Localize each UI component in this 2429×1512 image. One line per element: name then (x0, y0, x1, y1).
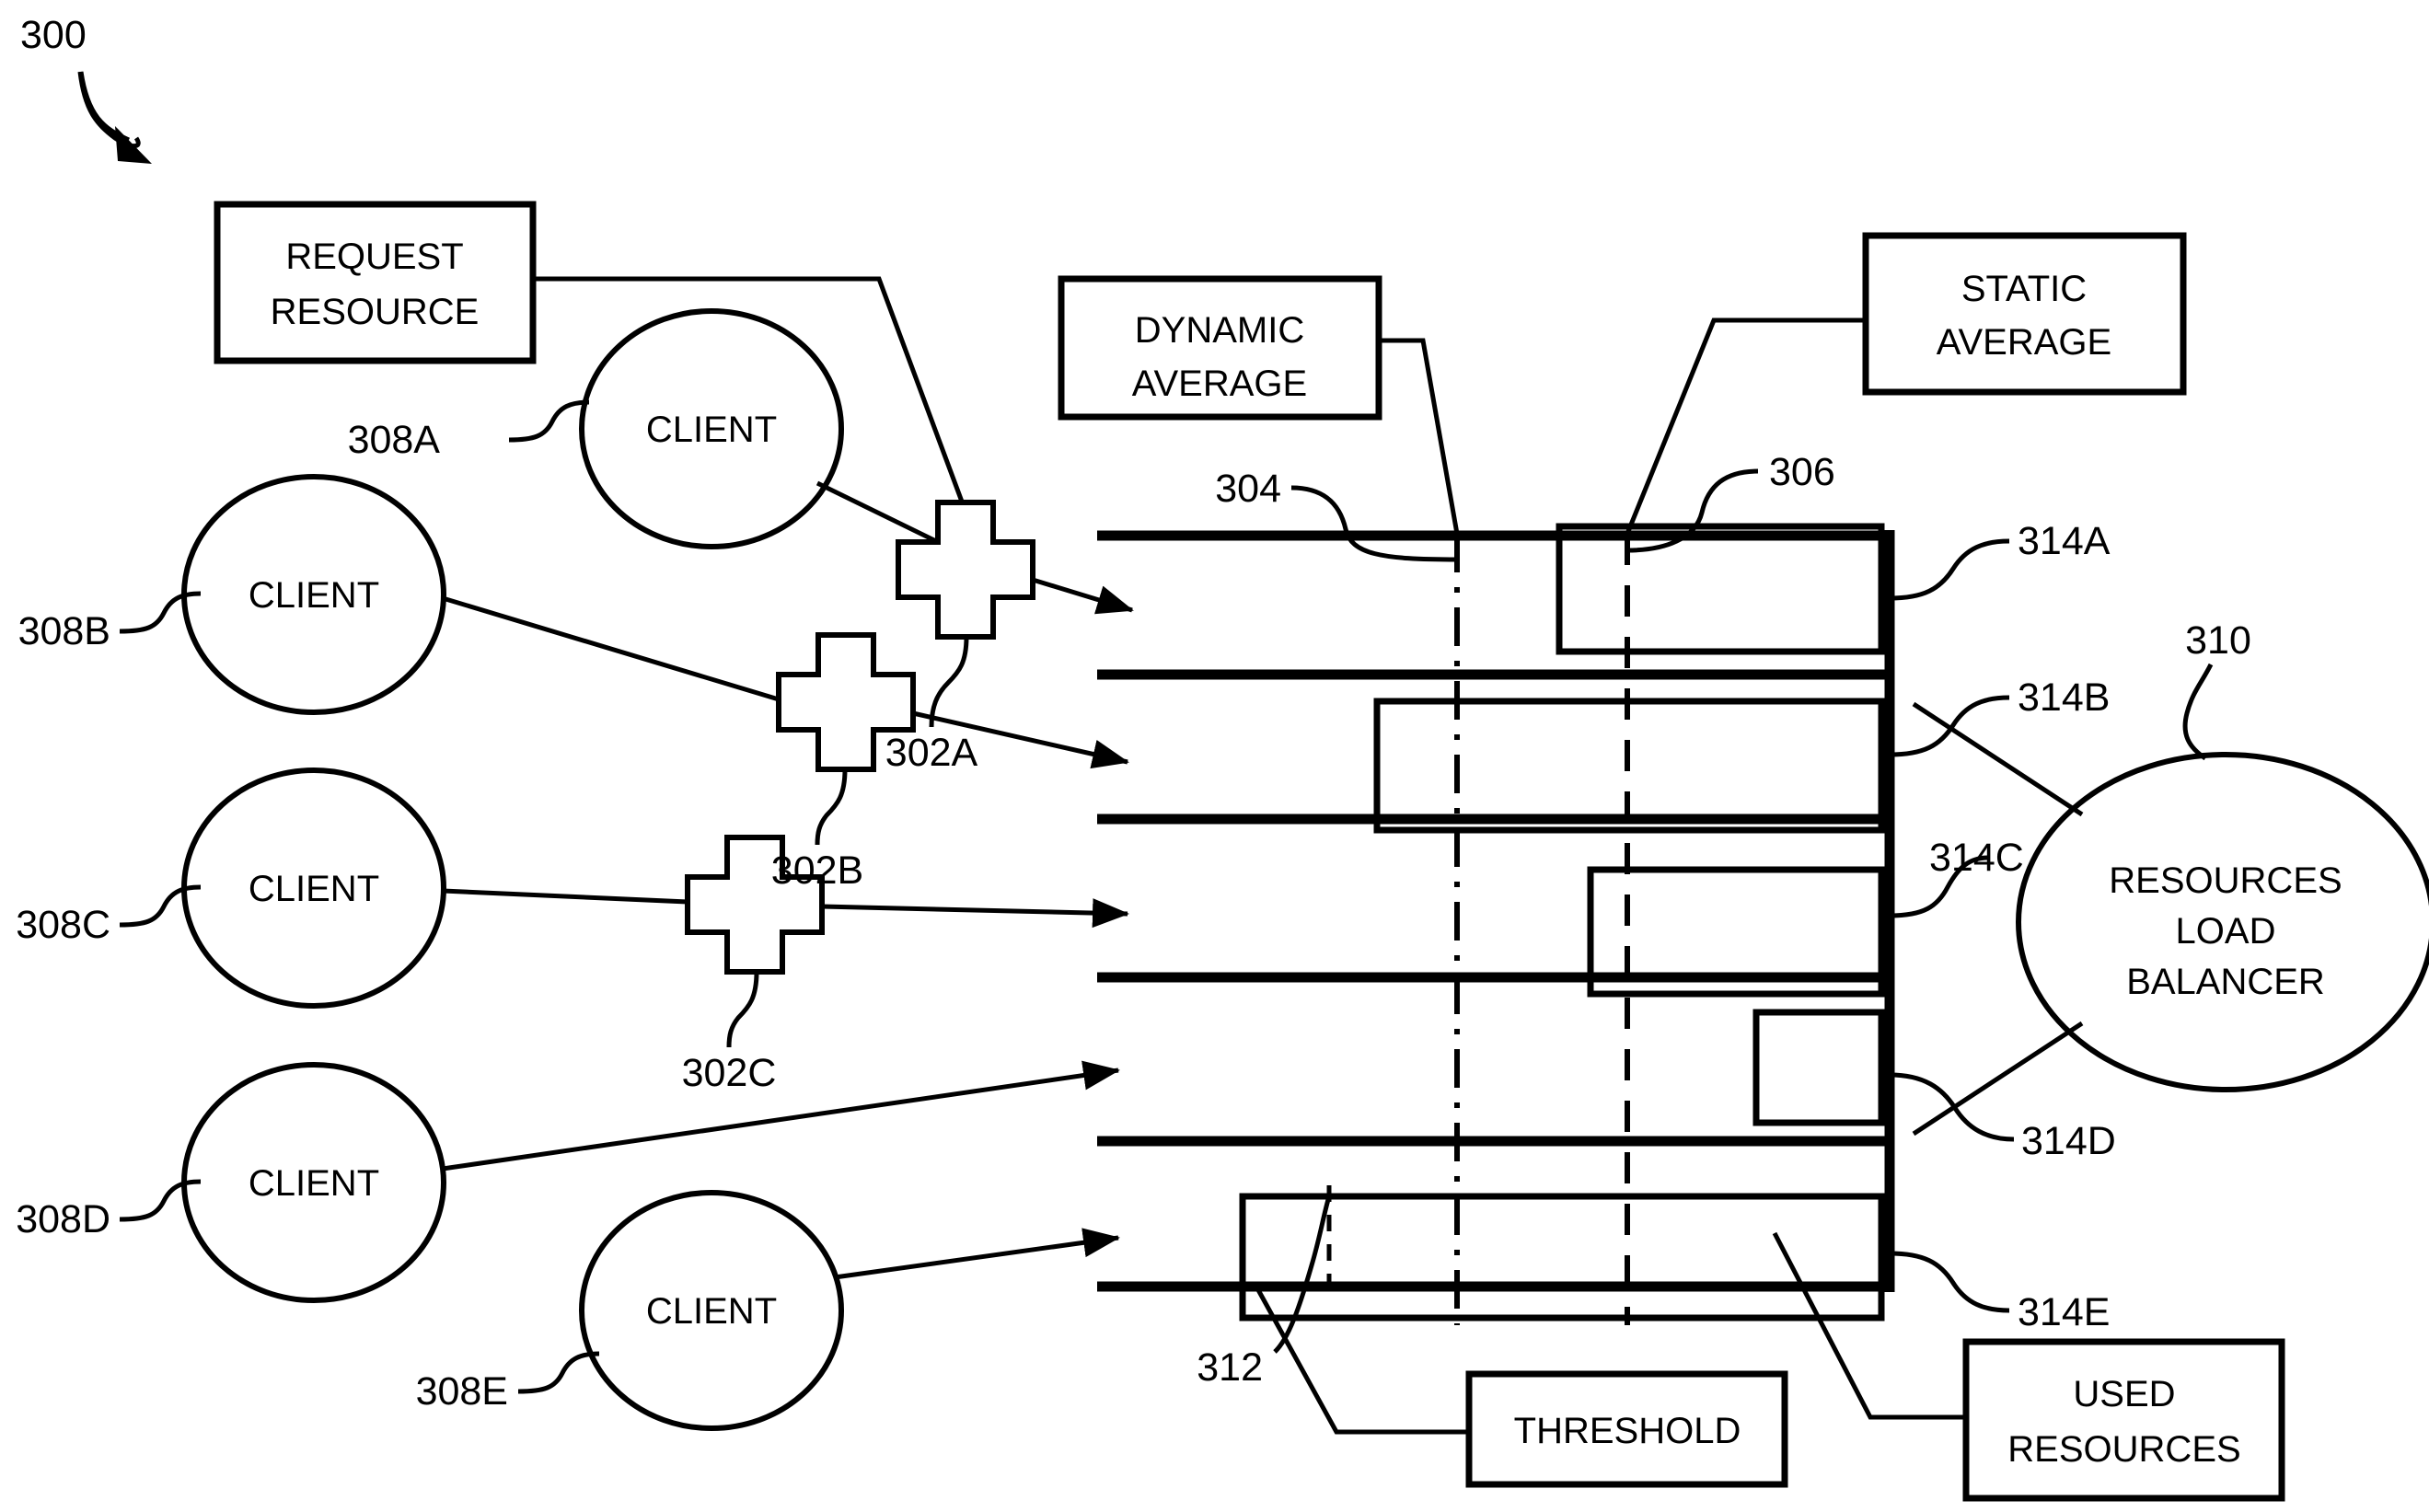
marker-304: 304 (1215, 467, 1281, 511)
static-average-line2: AVERAGE (1937, 322, 2111, 363)
marker-306: 306 (1769, 450, 1835, 494)
resource-ref-314A: 314A (2018, 519, 2111, 563)
client-ref-308E: 308E (416, 1369, 508, 1414)
used-resources-line1: USED (2073, 1374, 2175, 1414)
client-label-308C: CLIENT (249, 869, 379, 909)
resource-ref-314E: 314E (2018, 1290, 2110, 1334)
dynamic-average-line1: DYNAMIC (1135, 310, 1304, 351)
load-balancer-ref: 310 (2185, 618, 2251, 663)
threshold-label: THRESHOLD (1514, 1411, 1741, 1451)
request-resource-line1: REQUEST (285, 237, 463, 277)
client-ref-308B: 308B (18, 609, 110, 653)
client-ref-308C: 308C (16, 903, 110, 947)
static-average-line1: STATIC (1961, 269, 2087, 309)
request-resource-line2: RESOURCE (271, 292, 480, 332)
figure-number: 300 (20, 13, 87, 57)
client-label-308B: CLIENT (249, 575, 379, 616)
resource-ref-314D: 314D (2021, 1119, 2116, 1163)
dynamic-average-line2: AVERAGE (1132, 364, 1307, 404)
load-balancer-line3: BALANCER (2126, 962, 2325, 1002)
used-resources-line2: RESOURCES (2007, 1429, 2240, 1470)
load-balancer-line2: LOAD (2176, 911, 2276, 952)
resource-ref-314B: 314B (2018, 675, 2110, 720)
figure-canvas: 300 REQUEST RESOURCE DYNAMIC AVERAGE STA… (0, 0, 2429, 1512)
resource-ref-314C: 314C (1929, 836, 2024, 880)
cross-ref-302C: 302C (682, 1051, 777, 1095)
client-ref-308A: 308A (348, 418, 441, 462)
text-layer: 300 REQUEST RESOURCE DYNAMIC AVERAGE STA… (16, 13, 2342, 1470)
load-balancer-line1: RESOURCES (2109, 860, 2342, 901)
client-label-308E: CLIENT (646, 1291, 777, 1332)
client-ref-308D: 308D (16, 1197, 110, 1241)
marker-312: 312 (1197, 1345, 1263, 1390)
client-label-308D: CLIENT (249, 1163, 379, 1204)
client-label-308A: CLIENT (646, 410, 777, 450)
cross-ref-302B: 302B (771, 848, 863, 893)
cross-ref-302A: 302A (885, 731, 978, 775)
